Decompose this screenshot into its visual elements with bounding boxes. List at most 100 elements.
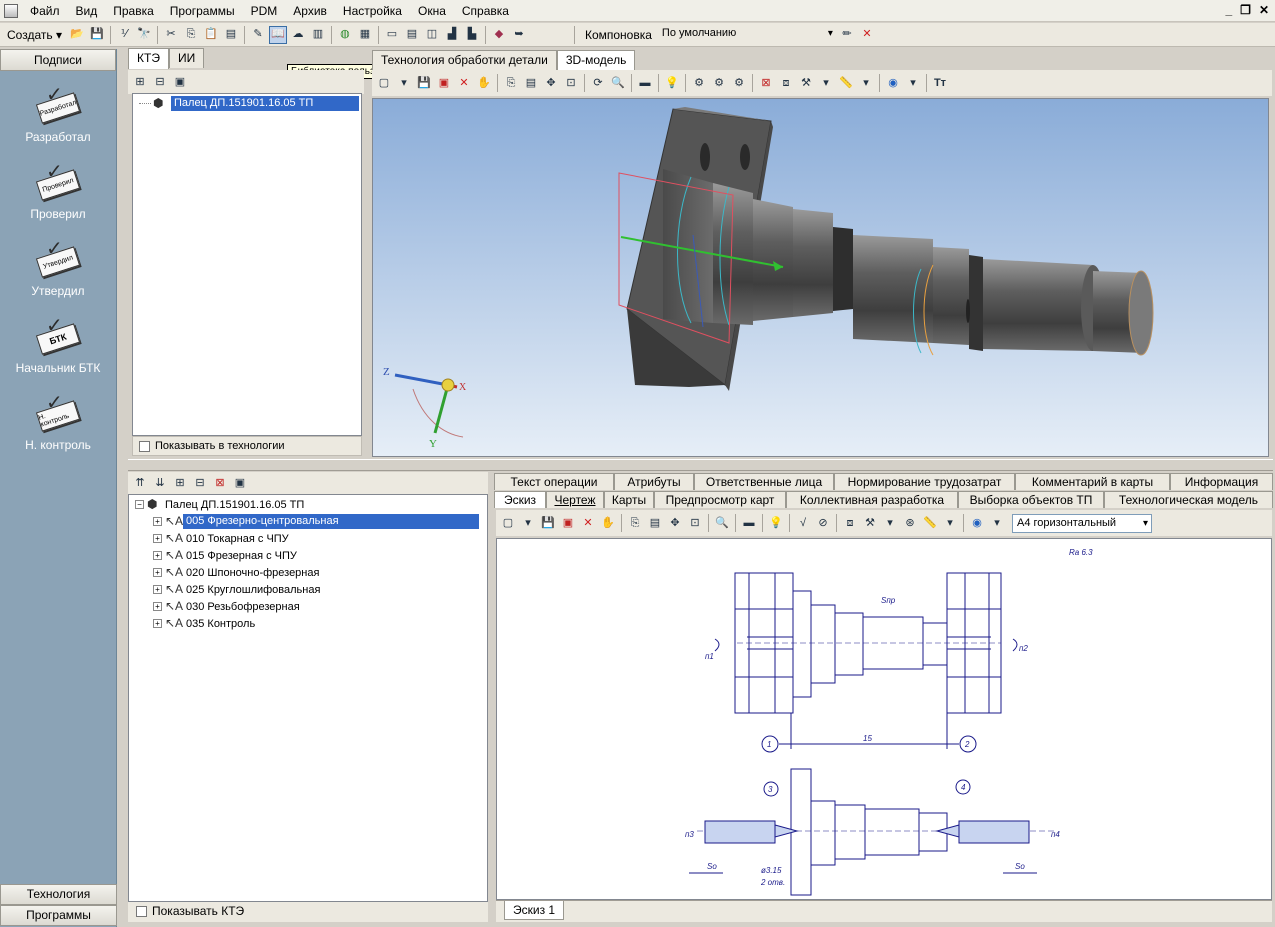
move-down-icon[interactable]: ⇊ xyxy=(151,474,169,492)
orientation-icon[interactable]: ◉ xyxy=(884,74,902,92)
delete-operation-icon[interactable]: ⊠ xyxy=(211,474,229,492)
stack-icon[interactable]: ▦ xyxy=(356,26,374,44)
operation-row[interactable]: + ↖A 035 Контроль xyxy=(129,615,487,632)
save-icon[interactable]: 💾 xyxy=(539,514,557,532)
app-icon[interactable] xyxy=(4,3,18,18)
operation-properties-icon[interactable]: ▣ xyxy=(231,474,249,492)
exit-icon[interactable]: ➥ xyxy=(510,26,528,44)
cut-icon[interactable]: ✂ xyxy=(162,26,180,44)
operation-row[interactable]: + ↖A 005 Фрезерно-центровальная xyxy=(129,513,487,530)
tree-root-row[interactable]: ⬢ Палец ДП.151901.16.05 ТП xyxy=(133,95,361,112)
move-icon[interactable]: ✥ xyxy=(666,514,684,532)
tab-collective-development[interactable]: Коллективная разработка xyxy=(786,491,958,508)
save-model-icon[interactable]: ▾ xyxy=(395,74,413,92)
tab-tp-objects[interactable]: Выборка объектов ТП xyxy=(958,491,1104,508)
new-icon[interactable]: ▢ xyxy=(375,74,393,92)
handshake-icon[interactable]: ✋ xyxy=(599,514,617,532)
dropdown-icon[interactable]: ▾ xyxy=(988,514,1006,532)
sidebar-tab-technology[interactable]: Технология xyxy=(0,884,117,905)
sketch-canvas[interactable]: Ra 6.3 п1 п2 Sпр 15 1 2 3 4 п3 п4 Sо Sо … xyxy=(496,538,1272,900)
save-icon[interactable]: 💾 xyxy=(88,26,106,44)
collapse-icon[interactable]: − xyxy=(135,500,144,509)
dropdown-icon[interactable]: ▾ xyxy=(941,514,959,532)
tab-operation-text[interactable]: Текст операции xyxy=(494,473,614,490)
tab-information[interactable]: Информация xyxy=(1170,473,1273,490)
numbering-icon[interactable]: ⅟ xyxy=(115,26,133,44)
copy-icon[interactable]: ⎘ xyxy=(502,74,520,92)
library-icon[interactable]: ✎ xyxy=(249,26,267,44)
window-icon[interactable]: ▭ xyxy=(383,26,401,44)
menu-windows[interactable]: Окна xyxy=(410,0,454,22)
find-icon[interactable]: 🔭 xyxy=(135,26,153,44)
rotate-icon[interactable]: ⟳ xyxy=(589,74,607,92)
expand-icon[interactable]: + xyxy=(153,517,162,526)
gear-settings-icon[interactable]: ⚙ xyxy=(730,74,748,92)
sheet-format-select[interactable]: А4 горизонтальный xyxy=(1012,513,1152,533)
paste-icon[interactable]: ▤ xyxy=(522,74,540,92)
text-size-icon[interactable]: Tт xyxy=(931,74,949,92)
orientation-icon[interactable]: ◉ xyxy=(968,514,986,532)
copy-icon[interactable]: ⎘ xyxy=(626,514,644,532)
light-bulb-icon[interactable]: 💡 xyxy=(663,74,681,92)
fixture-icon[interactable]: ⧈ xyxy=(841,514,859,532)
delete-icon[interactable]: ✕ xyxy=(579,514,597,532)
marker-icon[interactable]: ⊛ xyxy=(901,514,919,532)
tile-icon[interactable]: ▟ xyxy=(443,26,461,44)
cascade-icon[interactable]: ▙ xyxy=(463,26,481,44)
dropdown-icon[interactable]: ▾ xyxy=(857,74,875,92)
cloud-icon[interactable]: ☁ xyxy=(289,26,307,44)
export-icon[interactable]: ▣ xyxy=(559,514,577,532)
add-operation-icon[interactable]: ⊞ xyxy=(171,474,189,492)
window-split-icon[interactable]: ▤ xyxy=(403,26,421,44)
signature-norm-control[interactable]: ✓ Н. контроль Н. контроль xyxy=(0,379,116,456)
dropdown-icon[interactable]: ▾ xyxy=(817,74,835,92)
tree-root-row[interactable]: − ⬢ Палец ДП.151901.16.05 ТП xyxy=(129,496,487,513)
expand-icon[interactable]: + xyxy=(153,568,162,577)
open-icon[interactable]: 📂 xyxy=(68,26,86,44)
expand-icon[interactable]: + xyxy=(153,602,162,611)
operation-row[interactable]: + ↖A 020 Шпоночно-фрезерная xyxy=(129,564,487,581)
save-icon[interactable]: 💾 xyxy=(415,74,433,92)
menu-edit[interactable]: Правка xyxy=(105,0,162,22)
copy-icon[interactable]: ⎘ xyxy=(182,26,200,44)
gear-tool-icon[interactable]: ⚙ xyxy=(710,74,728,92)
tab-ii[interactable]: ИИ xyxy=(168,48,205,68)
menu-file[interactable]: Файл xyxy=(22,0,68,22)
sidebar-tab-programs[interactable]: Программы xyxy=(0,905,117,926)
screen-icon[interactable]: ▬ xyxy=(740,514,758,532)
restore-icon[interactable]: ❐ xyxy=(1240,3,1251,17)
user-library-icon[interactable]: 📖 xyxy=(268,25,287,44)
columns-icon[interactable]: ◫ xyxy=(423,26,441,44)
expand-icon[interactable]: + xyxy=(153,585,162,594)
signature-btk-head[interactable]: ✓ БТК Начальник БТК xyxy=(0,302,116,379)
export-icon[interactable]: ▣ xyxy=(435,74,453,92)
new-sketch-icon[interactable]: ▢ xyxy=(499,514,517,532)
tab-3d-model[interactable]: 3D-модель xyxy=(556,50,636,71)
close-icon[interactable]: ✕ xyxy=(1259,3,1269,17)
tree-add-child-icon[interactable]: ⊟ xyxy=(151,73,169,91)
zoom-icon[interactable]: 🔍 xyxy=(609,74,627,92)
tolerance-icon[interactable]: ⊘ xyxy=(814,514,832,532)
delete-layout-icon[interactable]: ✕ xyxy=(858,26,876,44)
operation-row[interactable]: + ↖A 025 Круглошлифовальная xyxy=(129,581,487,598)
checkbox-icon[interactable] xyxy=(136,906,147,918)
show-kte-checkbox[interactable]: Показывать КТЭ xyxy=(128,902,488,922)
dropdown-icon[interactable]: ▾ xyxy=(519,514,537,532)
edit-layout-icon[interactable]: ✏ xyxy=(838,26,856,44)
delete-icon[interactable]: ✕ xyxy=(455,74,473,92)
globe-icon[interactable]: ◍ xyxy=(336,26,354,44)
move-up-icon[interactable]: ⇈ xyxy=(131,474,149,492)
tab-card-preview[interactable]: Предпросмотр карт xyxy=(654,491,786,508)
tab-card-comments[interactable]: Комментарий в карты xyxy=(1015,473,1170,490)
paste-icon[interactable]: 📋 xyxy=(202,26,220,44)
add-transition-icon[interactable]: ⊟ xyxy=(191,474,209,492)
expand-icon[interactable]: + xyxy=(153,551,162,560)
tab-cards[interactable]: Карты xyxy=(604,491,654,508)
checkbox-icon[interactable] xyxy=(139,440,150,452)
sidebar-header[interactable]: Подписи xyxy=(0,49,116,71)
roughness-icon[interactable]: √ xyxy=(794,514,812,532)
menu-archive[interactable]: Архив xyxy=(285,0,335,22)
tab-attributes[interactable]: Атрибуты xyxy=(614,473,694,490)
dropdown-icon[interactable]: ▾ xyxy=(904,74,922,92)
expand-icon[interactable]: + xyxy=(153,534,162,543)
